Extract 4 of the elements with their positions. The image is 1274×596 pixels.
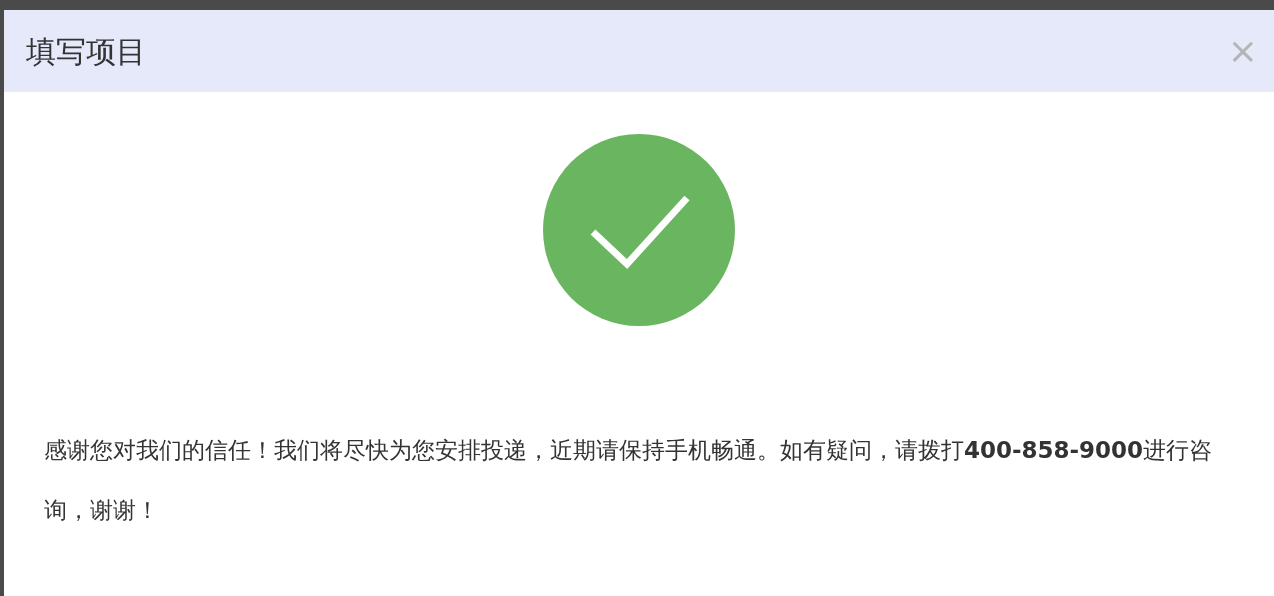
success-check-icon (543, 134, 735, 326)
confirmation-message: 感谢您对我们的信任！我们将尽快为您安排投递，近期请保持手机畅通。如有疑问，请拨打400-858-9000进行咨询，谢谢！ (43, 436, 1214, 525)
close-button[interactable]: × (1227, 33, 1258, 69)
dialog-title: 填写项目 (26, 32, 146, 71)
